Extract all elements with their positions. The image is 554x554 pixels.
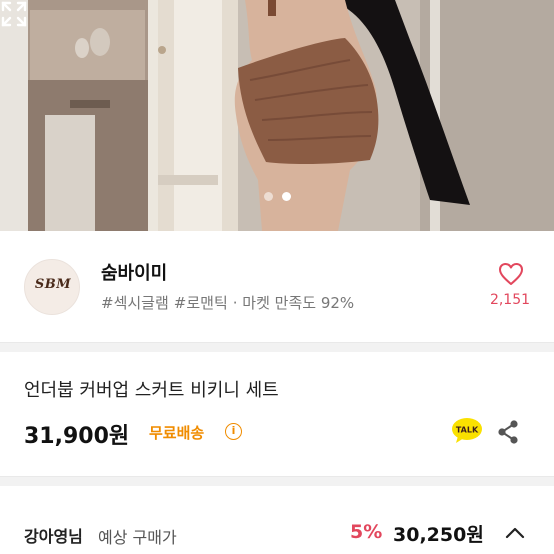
buyer-name: 강아영님 [24,527,83,546]
seller-logo-text: SBM [34,277,72,292]
section-divider [0,476,554,486]
heart-icon[interactable] [498,262,524,286]
chevron-up-icon[interactable] [504,524,526,540]
seller-tag[interactable]: #섹시글램 [101,294,169,312]
product-image-gallery[interactable] [0,0,554,231]
seller-name[interactable]: 숨바이미 [101,259,167,285]
market-satisfaction: · 마켓 만족도 92% [232,294,355,312]
share-icon[interactable] [496,419,520,445]
info-icon[interactable]: i [225,423,242,440]
section-divider [0,342,554,352]
expected-price: 30,250원 [393,524,484,546]
seller-avatar[interactable]: SBM [24,259,80,315]
discount-rate: 5% [350,521,383,543]
svg-text:TALK: TALK [456,426,479,435]
shipping-badge: 무료배송 [149,424,205,442]
seller-tag[interactable]: #로맨틱 [174,294,228,312]
seller-section[interactable]: SBM 숨바이미 #섹시글램 #로맨틱 · 마켓 만족도 92% 2,151 [0,231,554,342]
pagination-dot-active[interactable] [281,192,291,201]
product-price: 31,900원 [24,424,130,449]
gallery-pagination [0,192,554,201]
expand-icon[interactable] [0,0,28,28]
like-count: 2,151 [489,292,531,308]
product-title: 언더붑 커버업 스커트 비키니 세트 [24,380,279,401]
expected-price-label: 예상 구매가 [98,528,177,547]
seller-tags: #섹시글램 #로맨틱 · 마켓 만족도 92% [101,292,359,313]
kakao-talk-icon[interactable]: TALK [451,417,483,445]
pagination-dot[interactable] [263,192,273,201]
